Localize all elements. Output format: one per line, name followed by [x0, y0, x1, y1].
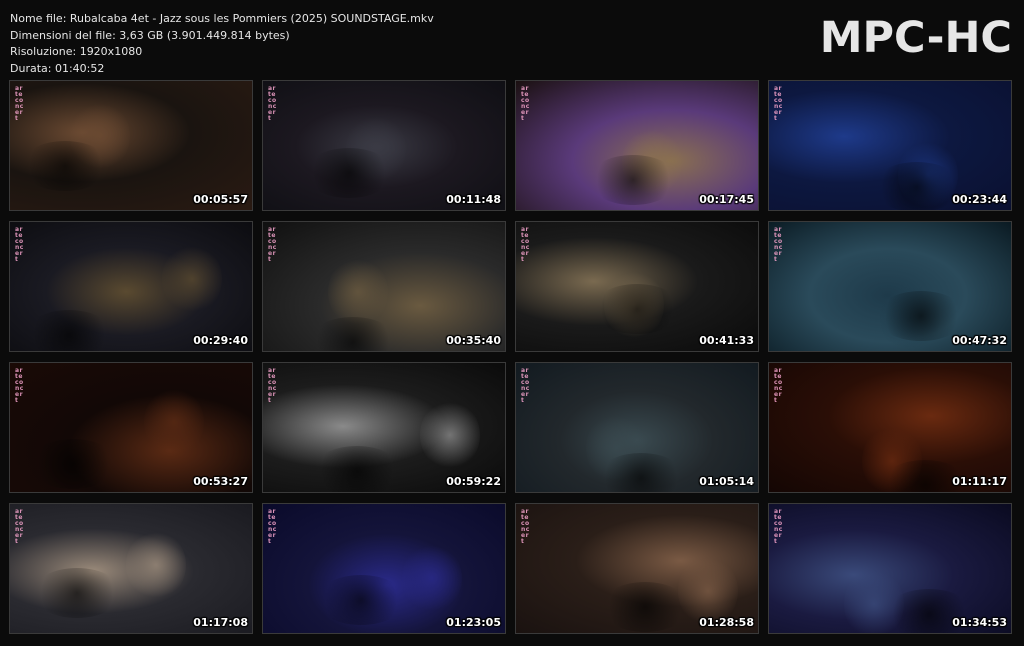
mpc-hc-logo: MPC-HC — [819, 13, 1012, 63]
video-thumbnail: arte concert 00:11:48 — [262, 80, 506, 211]
video-thumbnail: arte concert 00:41:33 — [515, 221, 759, 352]
video-thumbnail: arte concert 01:28:58 — [515, 503, 759, 634]
timestamp-label: 01:17:08 — [193, 616, 248, 629]
scene-shadow — [304, 148, 394, 198]
scene-shadow — [592, 284, 682, 334]
timestamp-label: 00:35:40 — [446, 334, 501, 347]
channel-watermark: arte concert — [521, 508, 530, 545]
channel-watermark: arte concert — [15, 367, 24, 404]
timestamp-label: 00:29:40 — [193, 334, 248, 347]
timestamp-label: 00:41:33 — [699, 334, 754, 347]
file-name: Nome file: Rubalcaba 4et - Jazz sous les… — [10, 12, 434, 25]
resolution: Risoluzione: 1920x1080 — [10, 45, 143, 58]
timestamp-label: 00:17:45 — [699, 193, 754, 206]
channel-watermark: arte concert — [268, 85, 277, 122]
timestamp-label: 01:11:17 — [952, 475, 1007, 488]
scene-highlight — [126, 530, 186, 600]
video-thumbnail: arte concert 00:47:32 — [768, 221, 1012, 352]
scene-highlight — [144, 387, 204, 457]
timestamp-label: 01:34:53 — [952, 616, 1007, 629]
channel-watermark: arte concert — [268, 226, 277, 263]
video-thumbnail: arte concert 00:35:40 — [262, 221, 506, 352]
timestamp-label: 00:11:48 — [446, 193, 501, 206]
video-thumbnail: arte concert 01:34:53 — [768, 503, 1012, 634]
scene-shadow — [312, 446, 402, 492]
channel-watermark: arte concert — [521, 226, 530, 263]
timestamp-label: 00:05:57 — [193, 193, 248, 206]
channel-watermark: arte concert — [774, 226, 783, 263]
video-thumbnail: arte concert 00:59:22 — [262, 362, 506, 493]
timestamp-label: 00:59:22 — [446, 475, 501, 488]
scene-shadow — [872, 162, 962, 210]
channel-watermark: arte concert — [774, 508, 783, 545]
scene-shadow — [600, 582, 690, 632]
scene-shadow — [24, 310, 114, 351]
scene-shadow — [588, 155, 678, 205]
duration: Durata: 01:40:52 — [10, 61, 105, 75]
channel-watermark: arte concert — [774, 85, 783, 122]
channel-watermark: arte concert — [521, 85, 530, 122]
video-thumbnail: arte concert 00:53:27 — [9, 362, 253, 493]
timestamp-label: 01:28:58 — [699, 616, 754, 629]
timestamp-label: 01:05:14 — [699, 475, 754, 488]
video-thumbnail: arte concert 00:29:40 — [9, 221, 253, 352]
timestamp-label: 00:53:27 — [193, 475, 248, 488]
scene-shadow — [32, 568, 122, 618]
file-size: Dimensioni del file: 3,63 GB (3.901.449.… — [10, 28, 290, 42]
scene-highlight — [402, 543, 462, 613]
video-thumbnail: arte concert 00:05:57 — [9, 80, 253, 211]
scene-shadow — [28, 439, 118, 489]
scene-shadow — [20, 141, 110, 191]
video-thumbnail: arte concert 01:11:17 — [768, 362, 1012, 493]
file-info: Nome file: Rubalcaba 4et - Jazz sous les… — [10, 11, 434, 77]
video-thumbnail: arte concert 00:23:44 — [768, 80, 1012, 211]
video-thumbnail: arte concert 01:23:05 — [262, 503, 506, 634]
channel-watermark: arte concert — [15, 508, 24, 545]
channel-watermark: arte concert — [268, 367, 277, 404]
video-thumbnail: arte concert 01:05:14 — [515, 362, 759, 493]
video-thumbnail: arte concert 01:17:08 — [9, 503, 253, 634]
channel-watermark: arte concert — [15, 85, 24, 122]
channel-watermark: arte concert — [521, 367, 530, 404]
scene-highlight — [162, 244, 222, 314]
thumbnail-grid: arte concert 00:05:57 arte concert 00:11:48… — [9, 80, 1012, 634]
scene-shadow — [316, 575, 406, 625]
channel-watermark: arte concert — [268, 508, 277, 545]
video-thumbnail: arte concert 00:17:45 — [515, 80, 759, 211]
scene-highlight — [420, 400, 480, 470]
channel-watermark: arte concert — [774, 367, 783, 404]
timestamp-label: 00:23:44 — [952, 193, 1007, 206]
timestamp-label: 00:47:32 — [952, 334, 1007, 347]
timestamp-label: 01:23:05 — [446, 616, 501, 629]
channel-watermark: arte concert — [15, 226, 24, 263]
